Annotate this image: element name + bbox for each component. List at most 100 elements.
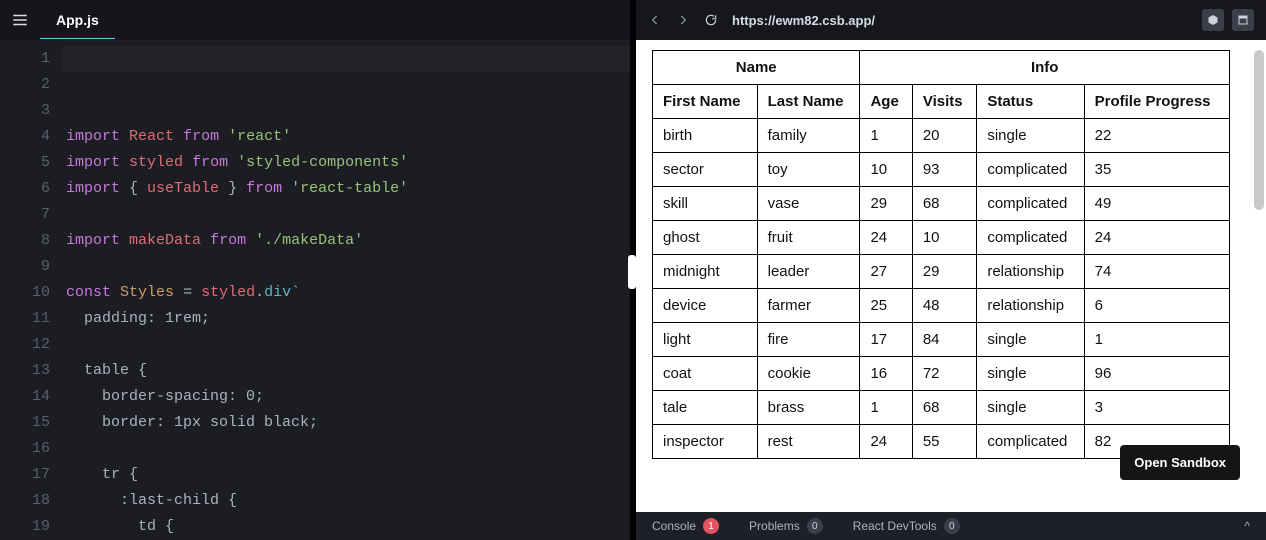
table-cell: 22 — [1084, 119, 1229, 153]
table-row: midnightleader2729relationship74 — [653, 255, 1230, 289]
table-cell: rest — [757, 425, 860, 459]
table-body: birthfamily120single22sectortoy1093compl… — [653, 119, 1230, 459]
file-tab-appjs[interactable]: App.js — [40, 2, 115, 39]
browser-toolbar: https://ewm82.csb.app/ — [636, 0, 1266, 40]
table-cell: device — [653, 289, 758, 323]
table-column-header-row: First NameLast NameAgeVisitsStatusProfil… — [653, 85, 1230, 119]
group-header-info: Info — [860, 51, 1230, 85]
code-line[interactable]: :last-child { — [62, 488, 630, 514]
code-line[interactable]: import { useTable } from 'react-table' — [62, 176, 630, 202]
code-line[interactable] — [62, 332, 630, 358]
column-header: Profile Progress — [1084, 85, 1229, 119]
line-number: 2 — [0, 72, 50, 98]
table-row: skillvase2968complicated49 — [653, 187, 1230, 221]
line-number: 16 — [0, 436, 50, 462]
table-cell: single — [977, 119, 1084, 153]
codesandbox-icon[interactable] — [1202, 9, 1224, 31]
table-cell: complicated — [977, 221, 1084, 255]
group-header-name: Name — [653, 51, 860, 85]
code-line[interactable]: import makeData from './makeData' — [62, 228, 630, 254]
devtools-tab-badge: 1 — [703, 518, 719, 534]
open-sandbox-button[interactable]: Open Sandbox — [1120, 445, 1240, 480]
line-number: 15 — [0, 410, 50, 436]
line-number: 14 — [0, 384, 50, 410]
box-icon — [1207, 14, 1219, 26]
nav-forward-button[interactable] — [676, 13, 690, 27]
table-row: talebrass168single3 — [653, 391, 1230, 425]
line-number: 11 — [0, 306, 50, 332]
table-cell: 96 — [1084, 357, 1229, 391]
table-cell: 3 — [1084, 391, 1229, 425]
column-header: Last Name — [757, 85, 860, 119]
devtools-tab-badge: 0 — [807, 518, 823, 534]
hamburger-menu-button[interactable] — [0, 0, 40, 40]
table-cell: vase — [757, 187, 860, 221]
code-line[interactable] — [62, 436, 630, 462]
table-cell: single — [977, 323, 1084, 357]
code-line[interactable] — [62, 254, 630, 280]
code-line[interactable]: padding: 1rem; — [62, 306, 630, 332]
line-number: 6 — [0, 176, 50, 202]
devtools-panel-tabs: Console1Problems0React DevTools0^ — [636, 512, 1266, 540]
devtools-tab[interactable]: Console1 — [652, 518, 719, 534]
table-cell: relationship — [977, 289, 1084, 323]
devtools-tab-label: React DevTools — [853, 519, 937, 533]
table-cell: 93 — [912, 153, 977, 187]
table-cell: 84 — [912, 323, 977, 357]
table-cell: 1 — [1084, 323, 1229, 357]
code-line[interactable] — [62, 202, 630, 228]
editor-pane: App.js 12345678910111213141516171819 imp… — [0, 0, 630, 540]
devtools-tab[interactable]: Problems0 — [749, 518, 823, 534]
line-number: 7 — [0, 202, 50, 228]
devtools-tab[interactable]: React DevTools0 — [853, 518, 960, 534]
chevron-right-icon — [676, 13, 690, 27]
code-line[interactable]: td { — [62, 514, 630, 540]
table-row: lightfire1784single1 — [653, 323, 1230, 357]
table-cell: toy — [757, 153, 860, 187]
table-cell: cookie — [757, 357, 860, 391]
code-line[interactable]: const Styles = styled.div` — [62, 280, 630, 306]
code-line[interactable]: border: 1px solid black; — [62, 410, 630, 436]
table-cell: tale — [653, 391, 758, 425]
table-row: coatcookie1672single96 — [653, 357, 1230, 391]
current-line-highlight — [62, 46, 630, 72]
table-cell: skill — [653, 187, 758, 221]
code-line[interactable]: import styled from 'styled-components' — [62, 150, 630, 176]
table-row: ghostfruit2410complicated24 — [653, 221, 1230, 255]
code-line[interactable]: border-spacing: 0; — [62, 384, 630, 410]
url-display[interactable]: https://ewm82.csb.app/ — [732, 13, 1188, 28]
table-cell: birth — [653, 119, 758, 153]
table-cell: 16 — [860, 357, 912, 391]
column-header: First Name — [653, 85, 758, 119]
code-line[interactable]: tr { — [62, 462, 630, 488]
preview-scrollbar-thumb[interactable] — [1254, 50, 1264, 210]
splitter-handle[interactable] — [628, 255, 636, 289]
code-line[interactable]: table { — [62, 358, 630, 384]
table-cell: 27 — [860, 255, 912, 289]
code-line[interactable]: import React from 'react' — [62, 124, 630, 150]
table-cell: 24 — [860, 425, 912, 459]
table-cell: brass — [757, 391, 860, 425]
table-group-header-row: Name Info — [653, 51, 1230, 85]
preview-viewport[interactable]: Name Info First NameLast NameAgeVisitsSt… — [636, 40, 1266, 512]
table-cell: single — [977, 357, 1084, 391]
table-row: birthfamily120single22 — [653, 119, 1230, 153]
table-cell: coat — [653, 357, 758, 391]
code-editor[interactable]: 12345678910111213141516171819 import Rea… — [0, 40, 630, 540]
table-cell: 29 — [912, 255, 977, 289]
table-cell: 1 — [860, 391, 912, 425]
line-number: 5 — [0, 150, 50, 176]
devtools-expand-button[interactable]: ^ — [1244, 519, 1250, 533]
code-content[interactable]: import React from 'react'import styled f… — [62, 40, 630, 540]
line-number: 9 — [0, 254, 50, 280]
new-window-button[interactable] — [1232, 9, 1254, 31]
table-cell: 10 — [860, 153, 912, 187]
table-cell: 1 — [860, 119, 912, 153]
line-number: 10 — [0, 280, 50, 306]
table-row: devicefarmer2548relationship6 — [653, 289, 1230, 323]
table-cell: 25 — [860, 289, 912, 323]
nav-back-button[interactable] — [648, 13, 662, 27]
reload-button[interactable] — [704, 13, 718, 27]
table-cell: 24 — [860, 221, 912, 255]
line-number: 8 — [0, 228, 50, 254]
